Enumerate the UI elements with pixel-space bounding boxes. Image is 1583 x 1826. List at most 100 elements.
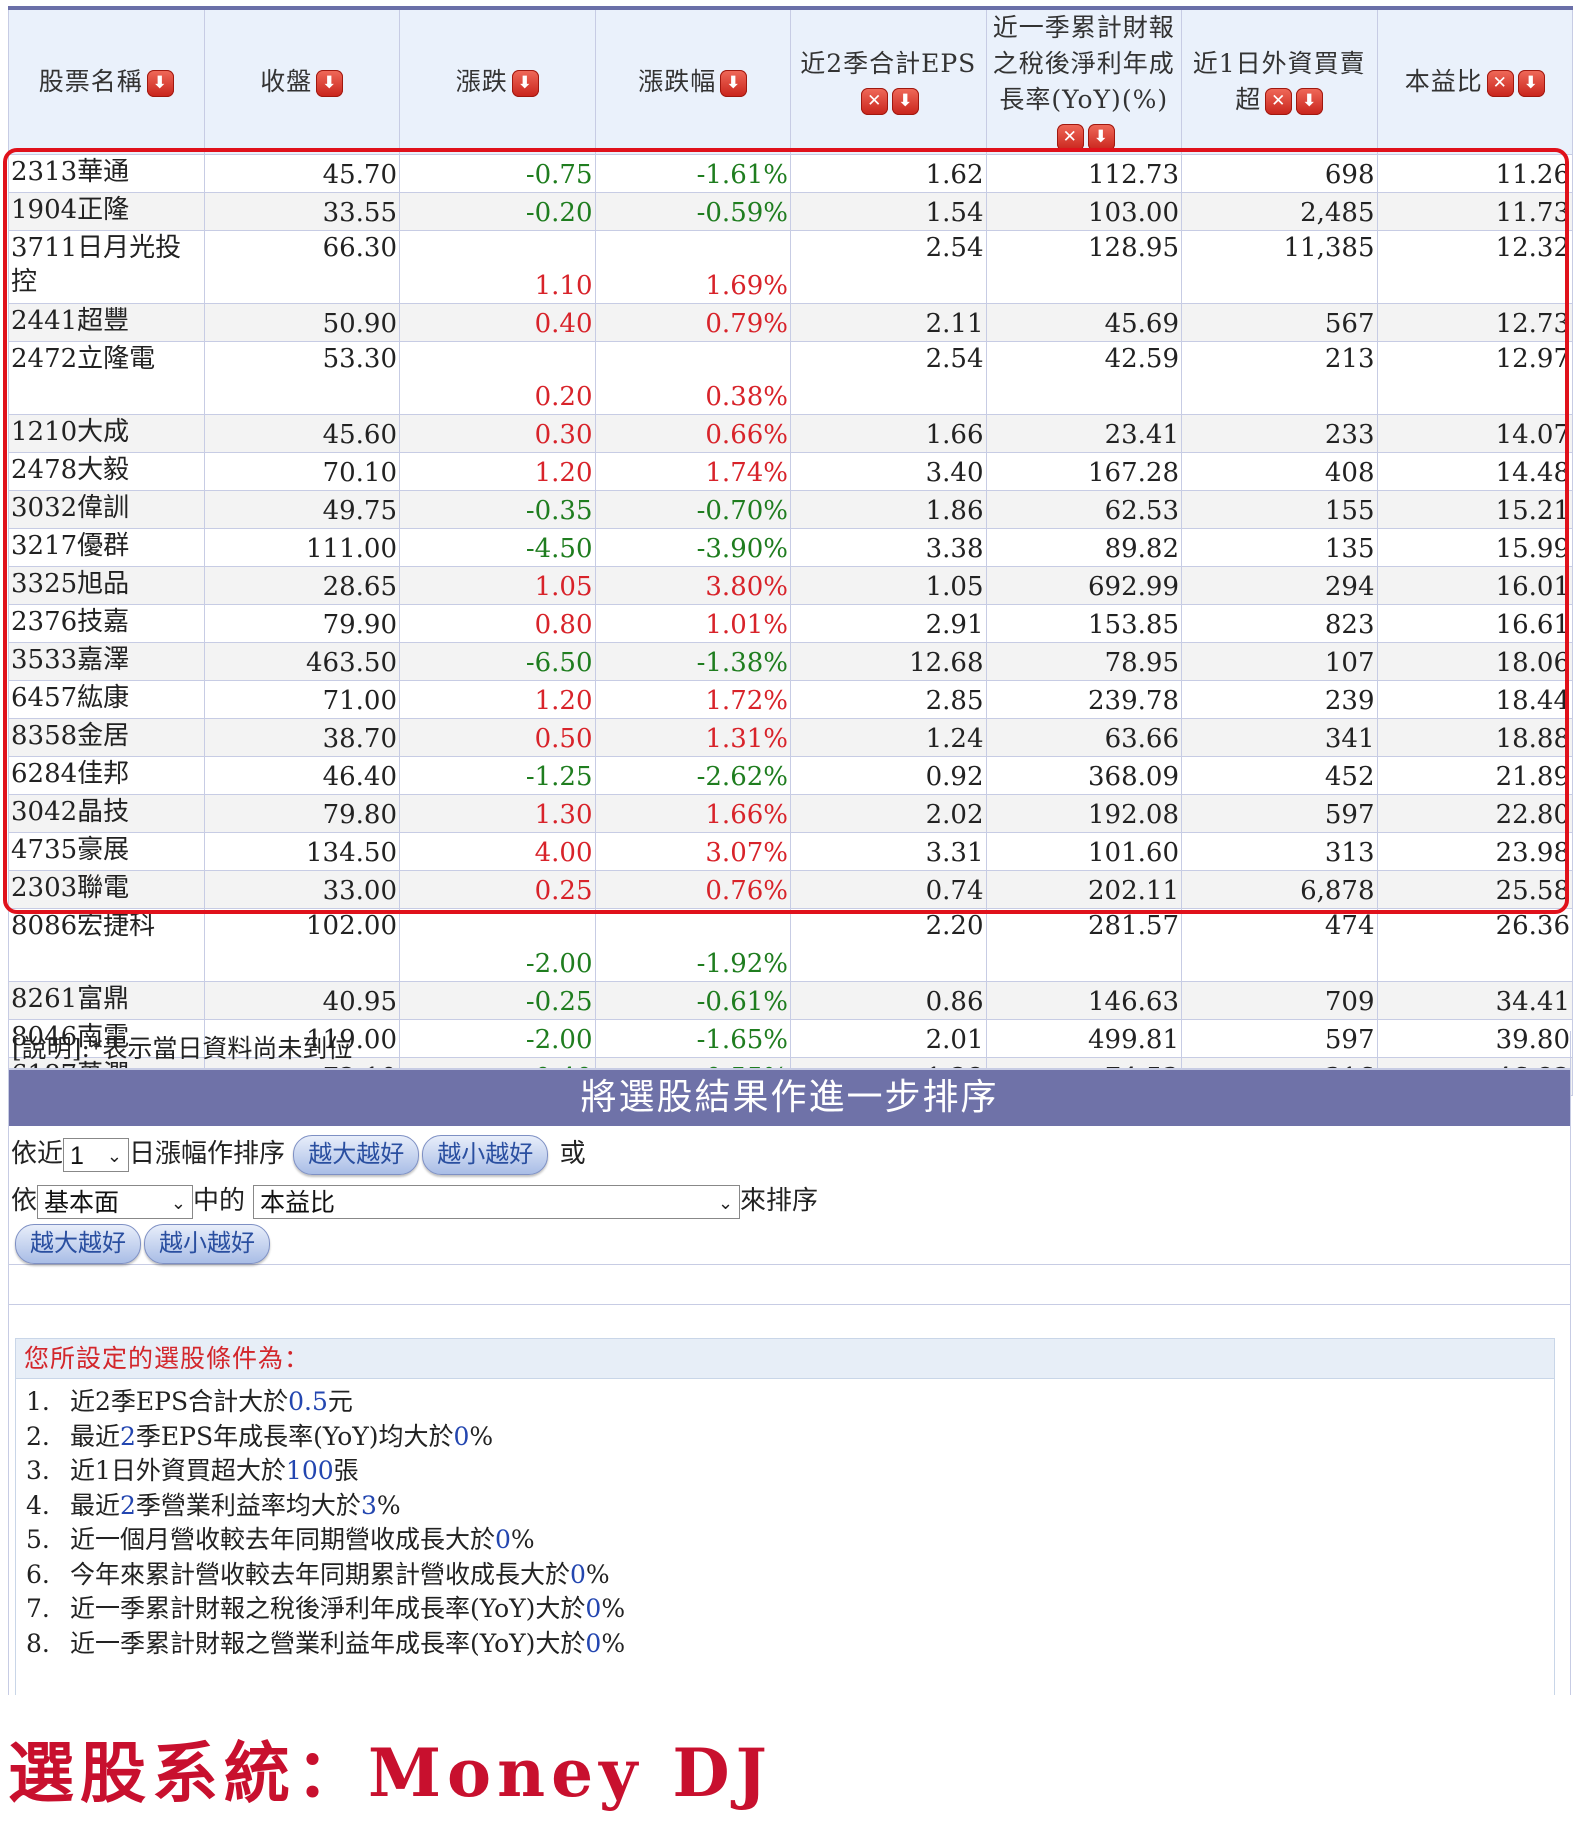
criteria-number: 2. [26, 1421, 50, 1451]
remove-column-icon[interactable]: ✕ [1056, 124, 1084, 151]
sort-metric-prefix: 依 [11, 1186, 38, 1216]
criteria-text: % [469, 1421, 494, 1451]
criteria-value: 0 [585, 1628, 602, 1658]
sort-down-icon[interactable]: ⬇ [146, 70, 174, 97]
cell-pe: 26.36 [1376, 908, 1573, 982]
sort-down-icon[interactable]: ⬇ [511, 70, 539, 97]
sort-down-icon[interactable]: ⬇ [892, 88, 920, 115]
criteria-text: % [376, 1490, 401, 1520]
criteria-text: % [585, 1559, 610, 1589]
highlight-box [3, 148, 1569, 914]
criteria-item: 1. 近2季EPS合計大於0.5元 [26, 1383, 353, 1421]
sort-by-days-row: 依近 1 ⌄ 日漲幅作排序 越大越好 越小越好 或 [11, 1134, 586, 1175]
table-row: 8086宏捷科 102.00 -2.00 -1.92% 2.20 281.57 474 26.… [8, 908, 1573, 982]
category-select-value: 基本面 [44, 1189, 120, 1217]
remove-column-icon[interactable]: ✕ [1486, 70, 1514, 97]
sort-down-icon[interactable]: ⬇ [1517, 70, 1545, 97]
criteria-text: 今年來累計營收較去年同期累計營收成長大於 [70, 1559, 571, 1589]
criteria-title: 您所設定的選股條件為： [15, 1338, 1555, 1379]
criteria-text: 最近 [70, 1421, 121, 1451]
remove-column-icon[interactable]: ✕ [861, 88, 889, 115]
cell-change: -0.25 [399, 981, 596, 1020]
cell-eps: 0.86 [790, 981, 987, 1020]
criteria-number: 3. [26, 1456, 50, 1485]
criteria-value: 0 [570, 1559, 586, 1589]
cell-close: 102.00 [203, 908, 400, 982]
days-sort-desc-button[interactable]: 越大越好 [293, 1135, 420, 1175]
criteria-text: 近一個月營收較去年同期營收成長大於 [70, 1525, 496, 1554]
criteria-value: 2 [120, 1490, 136, 1520]
criteria-text: 近一季累計財報之稅後淨利年成長率(YoY)大於 [70, 1594, 586, 1623]
days-sort-asc-button[interactable]: 越小越好 [422, 1135, 549, 1175]
cell-yoy: 281.57 [985, 908, 1182, 982]
column-header-7: 本益比 ✕ ⬇ [1376, 7, 1573, 155]
spacer-band [8, 1265, 1571, 1305]
remove-column-icon[interactable]: ✕ [1265, 88, 1293, 115]
column-header-label: 收盤 [260, 67, 313, 96]
criteria-number: 7. [26, 1594, 50, 1623]
sort-metric-mid: 中的 [193, 1186, 246, 1216]
criteria-text: 元 [327, 1387, 353, 1416]
criteria-number: 8. [26, 1628, 50, 1658]
criteria-value: 0 [585, 1594, 602, 1623]
criteria-item: 8. 近一季累計財報之營業利益年成長率(YoY)大於0% [26, 1625, 625, 1663]
cell-name[interactable]: 8261富鼎 [8, 981, 205, 1020]
column-header-label: 本益比 [1404, 67, 1483, 96]
cell-change: -2.00 [399, 908, 596, 982]
cell-name[interactable]: 8086宏捷科 [8, 908, 205, 982]
sort-metric-suffix: 來排序 [740, 1186, 819, 1216]
column-header-5: 近一季累計財報之稅後淨利年成長率(YoY)(%) ✕ ⬇ [985, 7, 1182, 155]
criteria-text: 季營業利益率均大於 [135, 1490, 361, 1520]
metric-select-value: 本益比 [260, 1189, 336, 1217]
column-header-6: 近1日外資買賣超 ✕ ⬇ [1181, 7, 1378, 155]
criteria-section: 您所設定的選股條件為： 1. 近2季EPS合計大於0.5元 2. 最近2季EPS年成長… [8, 1305, 1571, 1695]
criteria-value: 2 [120, 1421, 136, 1451]
criteria-text: 季EPS年成長率(YoY)均大於 [135, 1421, 454, 1451]
cell-pct: -1.92% [594, 908, 791, 982]
column-header-2: 漲跌 ⬇ [399, 7, 596, 155]
cell-close: 40.95 [203, 981, 400, 1020]
criteria-item: 2. 最近2季EPS年成長率(YoY)均大於0% [26, 1418, 493, 1456]
criteria-text: 近一季累計財報之營業利益年成長率(YoY)大於 [70, 1628, 586, 1658]
sort-down-icon[interactable]: ⬇ [720, 70, 748, 97]
criteria-value: 0.5 [288, 1387, 328, 1416]
column-header-label: 漲跌幅 [638, 67, 717, 96]
criteria-list: 1. 近2季EPS合計大於0.5元 2. 最近2季EPS年成長率(YoY)均大於0% 3… [15, 1379, 1555, 1695]
chevron-down-icon: ⌄ [106, 1146, 123, 1166]
criteria-number: 4. [26, 1490, 50, 1520]
cell-foreign: 474 [1181, 908, 1378, 982]
criteria-text: 近1日外資買超大於 [70, 1456, 286, 1485]
criteria-number: 6. [26, 1559, 50, 1589]
criteria-number: 1. [26, 1387, 50, 1416]
criteria-value: 3 [360, 1490, 377, 1520]
criteria-text: % [510, 1525, 535, 1554]
sort-down-icon[interactable]: ⬇ [1087, 124, 1115, 151]
criteria-item: 5. 近一個月營收較去年同期營收成長大於0% [26, 1521, 535, 1559]
sort-panel-title: 將選股結果作進一步排序 [9, 1070, 1570, 1126]
days-select-value: 1 [70, 1142, 84, 1170]
criteria-value: 100 [285, 1456, 334, 1485]
criteria-text: 張 [333, 1456, 359, 1485]
metric-select[interactable]: 本益比 ⌄ [253, 1185, 741, 1219]
sort-panel: 將選股結果作進一步排序 依近 1 ⌄ 日漲幅作排序 越大越好 越小越好 或 依基本面 ⌄ 中… [8, 1069, 1571, 1265]
sort-down-icon[interactable]: ⬇ [1296, 88, 1324, 115]
days-select[interactable]: 1 ⌄ [63, 1138, 130, 1172]
column-header-label: 近2季合計EPS [800, 49, 977, 78]
column-header-label: 漲跌 [455, 67, 508, 96]
cell-eps: 2.20 [790, 908, 987, 982]
cell-pct: -0.61% [594, 981, 791, 1020]
criteria-value: 0 [495, 1525, 511, 1554]
metric-sort-desc-button[interactable]: 越大越好 [15, 1224, 141, 1264]
criteria-item: 3. 近1日外資買超大於100張 [26, 1452, 359, 1490]
metric-sort-asc-button[interactable]: 越小越好 [144, 1224, 270, 1264]
column-header-1: 收盤 ⬇ [203, 7, 400, 155]
category-select[interactable]: 基本面 ⌄ [37, 1185, 194, 1219]
column-header-3: 漲跌幅 ⬇ [594, 7, 791, 155]
table-row: 8261富鼎 40.95 -0.25 -0.61% 0.86 146.63 709 34.41 [8, 981, 1573, 1020]
sort-days-prefix: 依近 [11, 1139, 64, 1169]
column-header-4: 近2季合計EPS ✕ ⬇ [790, 7, 987, 155]
criteria-item: 4. 最近2季營業利益率均大於3% [26, 1487, 401, 1525]
brand-caption: 選股系統：Money DJ [8, 1734, 773, 1812]
sort-down-icon[interactable]: ⬇ [316, 70, 344, 97]
column-header-label: 近一季累計財報之稅後淨利年成長率(YoY)(%) [992, 13, 1175, 114]
